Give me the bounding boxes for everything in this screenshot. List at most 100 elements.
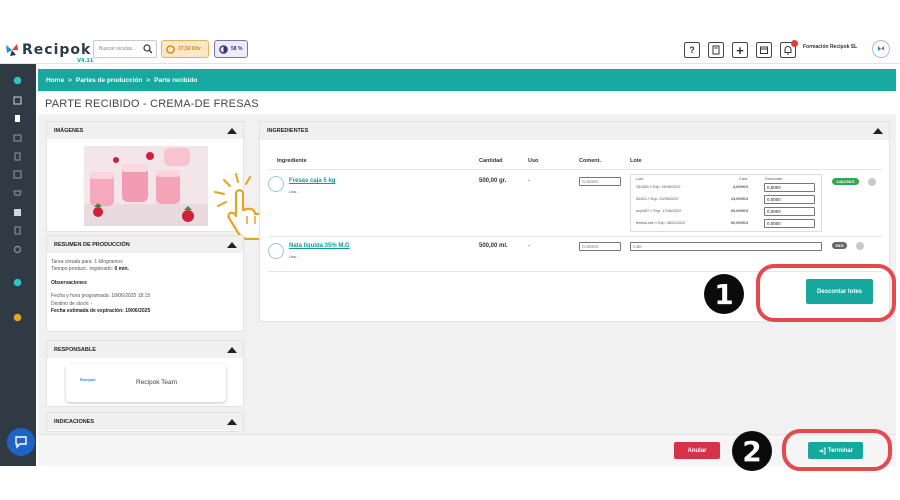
step-number-badge: 1	[704, 274, 744, 314]
sidebar-box-icon[interactable]	[13, 170, 22, 179]
credits-badge[interactable]: 37,50 €/hr	[161, 40, 209, 58]
progress-badge[interactable]: 58 %	[214, 40, 248, 58]
summary-panel-header[interactable]: RESUMEN DE PRODUCCIÓN	[47, 236, 243, 253]
coins-icon	[166, 44, 175, 54]
ingredient-image-icon[interactable]	[268, 176, 284, 192]
column-header-use: Uso	[528, 158, 539, 164]
chat-bubble-icon	[15, 436, 27, 449]
images-panel-header[interactable]: IMÁGENES	[47, 122, 243, 139]
page-title: PARTE RECIBIDO - CREMA-DE FRESAS	[45, 98, 259, 110]
sidebar-report-icon[interactable]	[13, 226, 22, 235]
ingredient-use: -	[528, 178, 530, 184]
sidebar-cart-icon[interactable]	[13, 189, 22, 198]
lot-label: fresas-lote // Exp. 08/11/2022	[636, 221, 686, 225]
collapse-icon[interactable]	[227, 242, 237, 248]
collapse-icon[interactable]	[873, 128, 883, 134]
logo-leaf-icon	[6, 44, 18, 56]
ingredient-link[interactable]: Fresas caja 5 kg	[289, 178, 335, 184]
responsible-card[interactable]: Recipok Recipok Team	[66, 364, 226, 402]
comment-input[interactable]: Coment.	[579, 242, 621, 251]
summary-stock-destination: Destino de stock: -	[51, 300, 93, 307]
lots-header-qty: Cant.	[739, 177, 749, 181]
lot-quantity: 60,000KG	[731, 209, 749, 213]
comment-placeholder: Coment.	[582, 244, 600, 249]
lot-discount-input[interactable]: 0,0000	[764, 219, 815, 228]
comment-input[interactable]: Coment.	[579, 177, 621, 186]
app-logo[interactable]: Recipok V4.11	[4, 39, 94, 64]
sidebar-recipes-icon[interactable]	[13, 96, 22, 105]
search-icon[interactable]	[143, 44, 153, 54]
cancel-button[interactable]: Anular	[674, 442, 720, 459]
responsible-panel: RESPONSABLE Recipok Recipok Team	[46, 340, 244, 407]
lot-discount-input[interactable]: 0,0000	[764, 207, 815, 216]
ingredient-use-note: Uso: -	[289, 254, 300, 259]
summary-panel-title: RESUMEN DE PRODUCCIÓN	[54, 241, 130, 248]
summary-time-value: 0 min.	[114, 266, 129, 273]
chat-button[interactable]	[7, 428, 35, 456]
lot-discount-value: 0,0000	[767, 221, 781, 226]
lot-discount-value: 0,0000	[767, 197, 781, 202]
column-header-lot: Lote	[630, 158, 642, 164]
question-icon: ?	[689, 45, 695, 55]
add-button[interactable]: +	[732, 42, 748, 58]
ingredient-link[interactable]: Nata líquida 35% M.G	[289, 243, 350, 249]
sidebar-document-icon[interactable]	[13, 152, 22, 161]
top-bar: Recipok V4.11 Buscar recetas.. 37,50 €/h…	[0, 36, 900, 64]
responsible-panel-header[interactable]: RESPONSABLE	[47, 341, 243, 358]
breadcrumb-home[interactable]: Home	[46, 77, 64, 84]
logo-text: Recipok V4.11	[22, 42, 94, 64]
bell-icon	[784, 46, 792, 55]
sidebar-help-icon[interactable]	[13, 278, 22, 287]
ingredient-quantity: 500,00 gr.	[479, 178, 507, 184]
summary-expiration-date: Fecha estimada de expiración: 19/06/2025	[51, 308, 151, 315]
column-header-ingredient: Ingrediente	[277, 158, 307, 164]
breadcrumb: Home > Partes de producción > Parte reci…	[38, 69, 896, 91]
lot-quantity: 4,020KG	[733, 185, 749, 189]
summary-time-label: Tiempo producc. registrado:	[51, 266, 115, 273]
check-icon[interactable]	[868, 178, 876, 186]
sidebar-book-icon[interactable]	[13, 114, 22, 123]
store-icon	[760, 46, 768, 54]
sidebar-production-icon[interactable]	[13, 208, 22, 217]
calculator-button[interactable]	[708, 42, 724, 58]
notifications-button[interactable]	[780, 40, 798, 58]
lot-placeholder: Lote	[633, 244, 642, 249]
plus-icon: +	[736, 42, 744, 58]
divider	[268, 169, 882, 170]
collapse-icon[interactable]	[227, 419, 237, 425]
lot-input[interactable]: Lote	[630, 242, 822, 251]
search-input[interactable]: Buscar recetas..	[93, 40, 157, 58]
collapse-icon[interactable]	[227, 347, 237, 353]
help-button[interactable]: ?	[684, 42, 700, 58]
lot-discount-input[interactable]: 0,0000	[764, 195, 815, 204]
comment-placeholder: Coment.	[582, 179, 600, 184]
avatar[interactable]	[872, 40, 890, 58]
company-name: Formación Recipok SL	[803, 44, 858, 50]
column-header-quantity: Cantidad	[479, 158, 503, 164]
ingredients-panel-title: INGREDIENTES	[267, 128, 309, 134]
notification-dot	[791, 40, 798, 47]
lot-label: acyt457 // Exp. 17/06/2022	[636, 209, 682, 213]
lot-discount-input[interactable]: 0,5000	[764, 183, 815, 192]
breadcrumb-section[interactable]: Partes de producción	[76, 77, 142, 84]
collapse-icon[interactable]	[227, 128, 237, 134]
store-button[interactable]	[756, 42, 772, 58]
ingredients-panel-header[interactable]: INGREDIENTES	[260, 122, 889, 140]
sidebar-dashboard-icon[interactable]	[13, 76, 22, 85]
step-number-badge: 2	[732, 431, 772, 471]
stock-badge: 148,03KG	[832, 178, 859, 185]
sidebar-coin-icon[interactable]	[13, 313, 22, 322]
indications-panel: INDICACIONES	[46, 412, 244, 432]
lots-header-lot: Lote	[636, 177, 644, 181]
responsible-panel-title: RESPONSABLE	[54, 346, 96, 353]
indications-panel-header[interactable]: INDICACIONES	[47, 413, 243, 430]
ingredient-quantity: 500,00 ml.	[479, 243, 508, 249]
summary-task-created: Tarea creada para: 1 kilogramos	[51, 259, 123, 265]
search-placeholder: Buscar recetas..	[99, 46, 136, 52]
images-panel-title: IMÁGENES	[54, 127, 84, 134]
ingredient-image-icon[interactable]	[268, 243, 284, 259]
sidebar-settings-icon[interactable]	[13, 245, 22, 254]
breadcrumb-separator: >	[68, 76, 72, 84]
check-icon[interactable]	[856, 242, 864, 250]
sidebar-folder-icon[interactable]	[13, 133, 22, 142]
